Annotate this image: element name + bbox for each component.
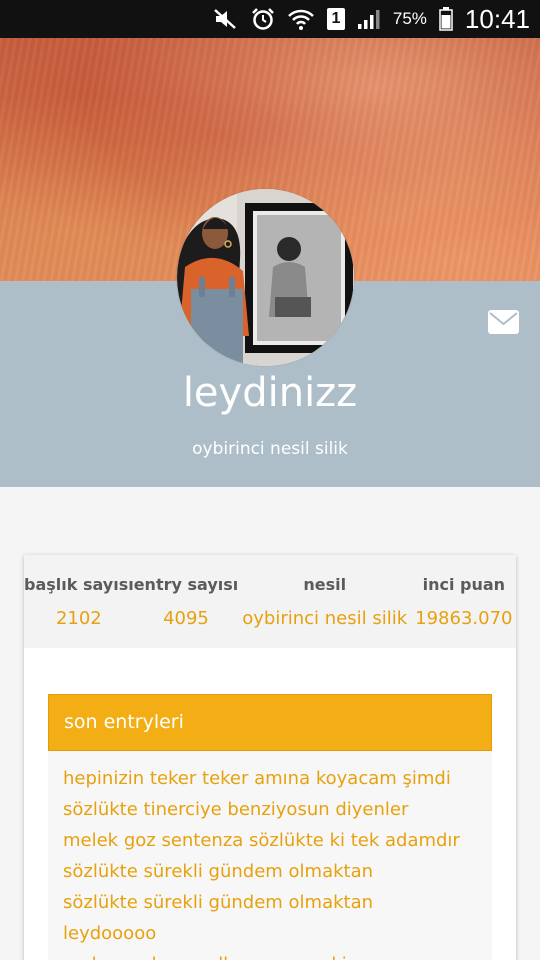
profile-username: leydinizz xyxy=(182,370,358,416)
stat-value: oybirinci nesil silik xyxy=(242,608,408,629)
recent-entries-list: hepinizin teker teker amına koyacam şimd… xyxy=(48,751,492,960)
stat-value: 2102 xyxy=(55,608,102,629)
stat-label: entry sayısı xyxy=(133,575,239,594)
entry-link[interactable]: sözlükte sürekli gündem olmaktan xyxy=(63,856,492,887)
battery-percent: 75% xyxy=(392,9,427,28)
sim-icon: 1 xyxy=(326,8,345,30)
avatar[interactable] xyxy=(177,189,354,366)
stat-label: nesil xyxy=(303,575,347,594)
stat-entry-count: entry sayısı 4095 xyxy=(134,555,239,648)
entry-link[interactable]: melek goz sentenza sözlükte ki tek adamd… xyxy=(63,825,492,856)
avatar-photo xyxy=(177,189,354,366)
stat-title-count: başlık sayısı 2102 xyxy=(24,555,134,648)
recent-entries-panel: son entryleri hepinizin teker teker amın… xyxy=(48,694,492,960)
profile-subtitle: oybirinci nesil silik xyxy=(192,439,348,459)
signal-icon xyxy=(357,10,380,29)
status-bar: 1 75% 10:41 xyxy=(0,0,540,38)
stat-generation: nesil oybirinci nesil silik xyxy=(238,555,411,648)
battery-icon xyxy=(439,7,453,31)
entry-link[interactable]: malum şahıs modlara saçe çekiyor xyxy=(63,949,492,960)
mute-icon xyxy=(214,9,236,29)
entry-link[interactable]: sözlükte sürekli gündem olmaktan xyxy=(63,887,492,918)
stat-label: inci puan xyxy=(422,575,506,594)
mail-icon[interactable] xyxy=(487,309,520,335)
stat-pearl-points: inci puan 19863.070 xyxy=(411,555,516,648)
stat-value: 4095 xyxy=(163,608,209,629)
stat-label: başlık sayısı xyxy=(24,575,134,594)
stat-value: 19863.070 xyxy=(415,608,513,629)
entry-link[interactable]: sözlükte tinerciye benziyosun diyenler xyxy=(63,794,492,825)
entry-link[interactable]: hepinizin teker teker amına koyacam şimd… xyxy=(63,763,492,794)
stats-row: başlık sayısı 2102 entry sayısı 4095 nes… xyxy=(24,555,516,648)
alarm-icon xyxy=(252,8,274,30)
clock: 10:41 xyxy=(464,3,530,34)
profile-card: başlık sayısı 2102 entry sayısı 4095 nes… xyxy=(24,555,516,960)
recent-entries-title: son entryleri xyxy=(48,694,492,751)
entry-link[interactable]: leydooooo xyxy=(63,918,492,949)
wifi-icon xyxy=(288,9,314,30)
